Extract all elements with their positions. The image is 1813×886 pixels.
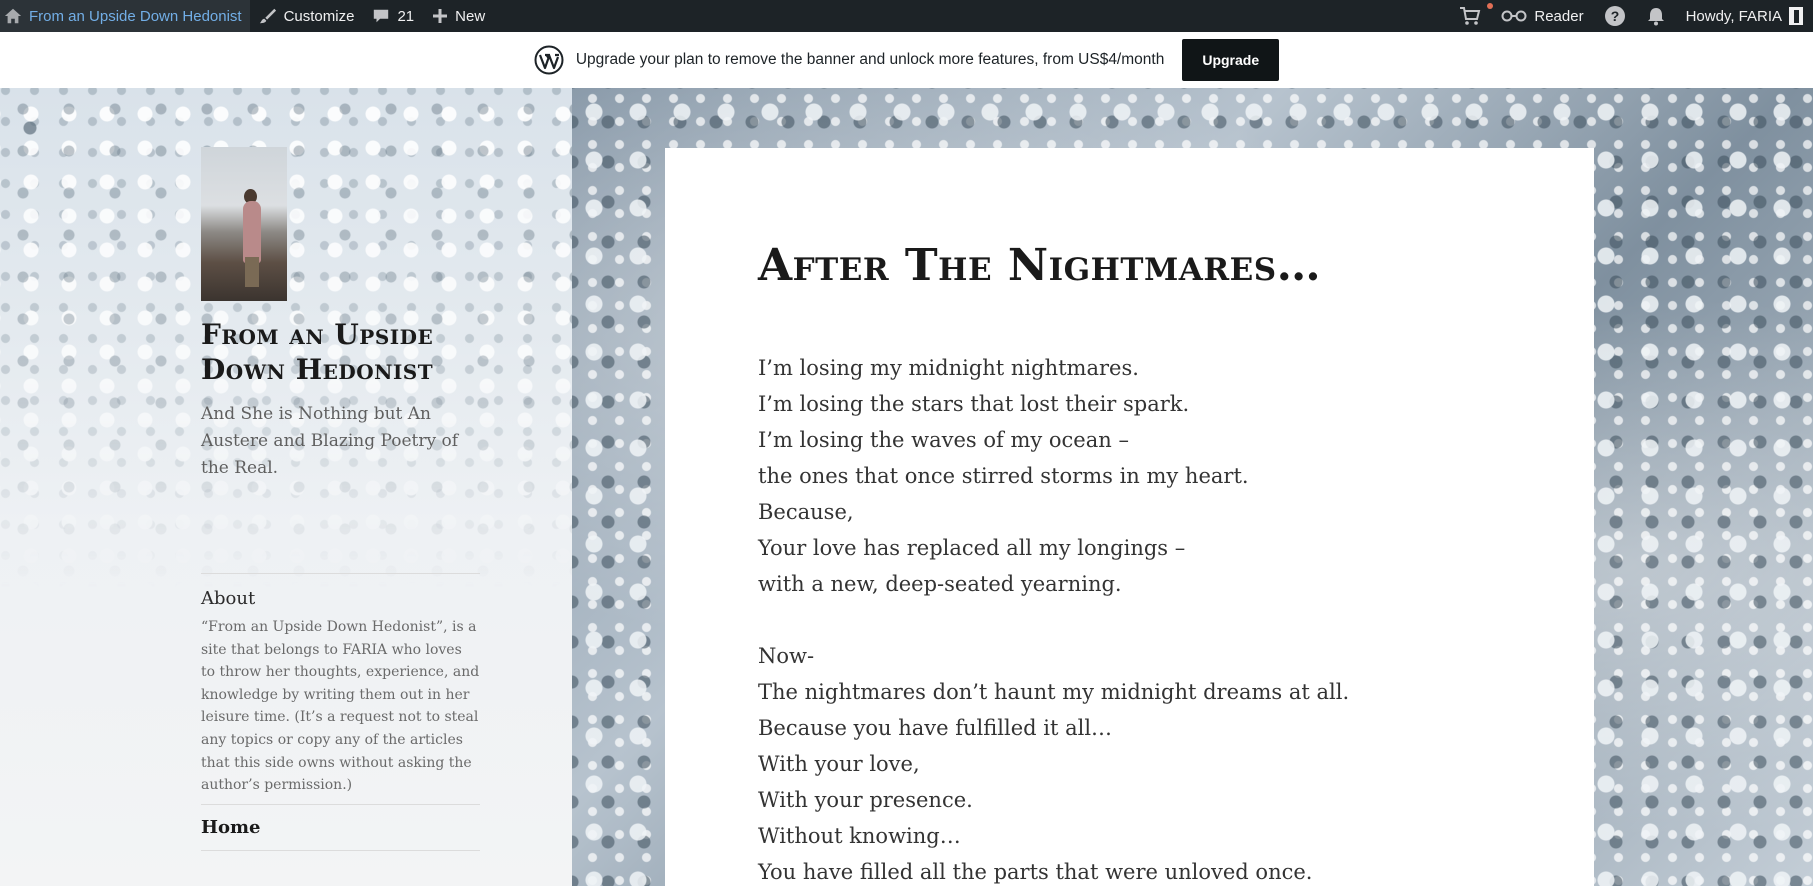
help-icon: ? bbox=[1604, 5, 1626, 27]
post-line: Now- bbox=[758, 644, 815, 668]
user-avatar-icon bbox=[1789, 7, 1803, 25]
admin-bar-right: Reader ? Howdy, FARIA bbox=[1449, 0, 1813, 32]
admin-bar-new-label: New bbox=[455, 7, 486, 25]
admin-bar-left: From an Upside Down Hedonist Customize 2… bbox=[0, 0, 494, 32]
about-divider bbox=[201, 573, 480, 574]
post-line: You have filled all the parts that were … bbox=[758, 860, 1313, 884]
bell-icon bbox=[1646, 6, 1666, 26]
post-article: After The Nightmares… I’m losing my midn… bbox=[665, 148, 1594, 886]
logo-figure-body bbox=[243, 201, 261, 263]
admin-bar-customize[interactable]: Customize bbox=[250, 0, 364, 32]
admin-bar-reader[interactable]: Reader bbox=[1491, 0, 1593, 32]
wordpress-logo-icon bbox=[534, 45, 564, 75]
post-line: Without knowing… bbox=[758, 824, 961, 848]
admin-bar-reader-label: Reader bbox=[1534, 7, 1584, 25]
upgrade-button[interactable]: Upgrade bbox=[1182, 39, 1280, 81]
about-widget-text: “From an Upside Down Hedonist”, is a sit… bbox=[201, 619, 480, 794]
post-line: Your love has replaced all my longings – bbox=[758, 536, 1186, 560]
reader-glasses-icon bbox=[1501, 9, 1527, 23]
cart-icon bbox=[1459, 6, 1481, 26]
plus-icon bbox=[432, 8, 448, 24]
comment-bubble-icon bbox=[372, 7, 390, 25]
post-line: Because you have fulfilled it all… bbox=[758, 716, 1113, 740]
admin-bar-comments[interactable]: 21 bbox=[363, 0, 423, 32]
post-line: I’m losing the waves of my ocean – bbox=[758, 428, 1129, 452]
site-logo-image[interactable] bbox=[201, 147, 287, 301]
post-line: I’m losing my midnight nightmares. bbox=[758, 356, 1139, 380]
admin-bar-site-link[interactable]: From an Upside Down Hedonist bbox=[0, 0, 250, 32]
admin-bar: From an Upside Down Hedonist Customize 2… bbox=[0, 0, 1813, 32]
menu-divider-bottom bbox=[201, 850, 480, 851]
site-title[interactable]: From an Upside Down Hedonist bbox=[201, 317, 480, 387]
admin-bar-new[interactable]: New bbox=[423, 0, 494, 32]
stanza-break bbox=[758, 602, 1538, 638]
post-line: With your love, bbox=[758, 752, 920, 776]
post-body: I’m losing my midnight nightmares. I’m l… bbox=[758, 350, 1538, 886]
post-line: with a new, deep-seated yearning. bbox=[758, 572, 1122, 596]
site-description: And She is Nothing but An Austere and Bl… bbox=[201, 404, 459, 478]
post-line: the ones that once stirred storms in my … bbox=[758, 464, 1249, 488]
admin-bar-site-name: From an Upside Down Hedonist bbox=[29, 7, 242, 25]
post-title[interactable]: After The Nightmares… bbox=[758, 240, 1558, 292]
admin-bar-comments-count: 21 bbox=[397, 7, 415, 25]
about-widget-title: About bbox=[201, 588, 256, 609]
admin-bar-notifications[interactable] bbox=[1636, 0, 1676, 32]
post-line: With your presence. bbox=[758, 788, 973, 812]
post-line: I’m losing the stars that lost their spa… bbox=[758, 392, 1190, 416]
logo-figure-legs bbox=[245, 257, 259, 287]
post-line: Because, bbox=[758, 500, 854, 524]
admin-bar-account[interactable]: Howdy, FARIA bbox=[1676, 0, 1813, 32]
svg-text:?: ? bbox=[1610, 8, 1619, 24]
admin-bar-cart[interactable] bbox=[1449, 0, 1494, 32]
post-line: The nightmares don’t haunt my midnight d… bbox=[758, 680, 1350, 704]
menu-divider-top bbox=[201, 804, 480, 805]
upgrade-banner: Upgrade your plan to remove the banner a… bbox=[0, 32, 1813, 88]
admin-bar-customize-label: Customize bbox=[283, 7, 355, 25]
admin-bar-help[interactable]: ? bbox=[1594, 0, 1636, 32]
brush-icon bbox=[259, 7, 277, 25]
menu-item-home[interactable]: Home bbox=[201, 817, 261, 838]
admin-bar-howdy: Howdy, FARIA bbox=[1685, 7, 1782, 25]
banner-text: Upgrade your plan to remove the banner a… bbox=[575, 51, 1165, 68]
home-icon bbox=[4, 7, 22, 25]
